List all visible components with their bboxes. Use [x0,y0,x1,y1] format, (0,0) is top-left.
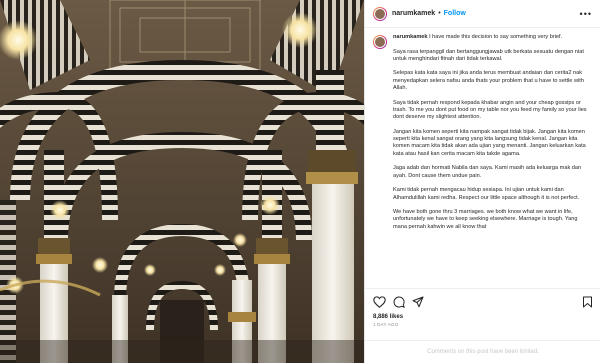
caption-paragraph: I have made this decision to say somethi… [429,34,563,40]
save-icon[interactable] [582,296,593,308]
comment-icon[interactable] [393,296,405,308]
post-photo[interactable] [0,0,364,363]
post-time: 1 DAY AGO [373,322,399,327]
comments-limited-text: Comments on this post have been limited. [427,349,539,355]
share-icon[interactable] [412,296,424,308]
caption-paragraph: Selepas kata kata saya ini jika anda ter… [393,70,584,92]
heart-icon[interactable] [373,296,386,308]
comments-limited-notice: Comments on this post have been limited. [365,340,600,363]
follow-button[interactable]: Follow [444,10,466,17]
caption-paragraph: Saya tidak pernah respond kepada khabar … [393,99,587,121]
post-header: narumkamek • Follow ••• [365,0,600,28]
caption-avatar[interactable] [373,35,387,49]
post-side-panel: narumkamek • Follow ••• narumkamek I hav… [364,0,600,363]
caption-paragraph: Kami tidak pernah mengacau hidup sesiapa… [393,187,580,201]
avatar[interactable] [373,6,387,21]
header-username[interactable]: narumkamek [392,10,435,17]
caption-paragraph: Saya rasa terpanggil dan bertanggungjawa… [393,48,584,62]
more-horizontal-icon[interactable]: ••• [580,9,592,19]
caption-text: narumkamek I have made this decision to … [393,34,593,238]
likes-count[interactable]: 8,886 likes [373,314,593,320]
caption-username[interactable]: narumkamek [393,34,428,40]
caption-paragraph: Jaga adab dan hormati Nabila dan saya. K… [393,165,582,179]
caption-paragraph: Jangan kita komen seperti kita nampak sa… [393,128,586,157]
instagram-post-view: narumkamek • Follow ••• narumkamek I hav… [0,0,600,363]
mosque-interior-photo [0,0,364,363]
post-actions: 8,886 likes 1 DAY AGO [365,288,600,328]
caption-paragraph: We have both gone thru 3 marriages. we b… [393,209,578,230]
caption-area: narumkamek I have made this decision to … [373,34,595,282]
separator-dot: • [438,10,441,17]
